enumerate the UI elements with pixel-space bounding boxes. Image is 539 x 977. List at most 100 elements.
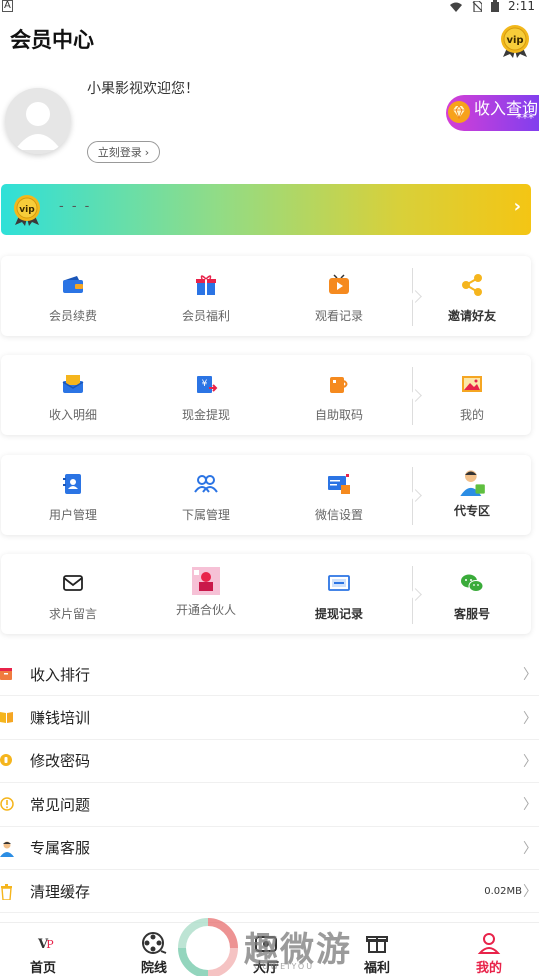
svg-text:¥: ¥: [202, 379, 208, 389]
chevron-right-icon: 〉: [523, 840, 537, 857]
wifi-icon: [450, 2, 462, 12]
member-benefits-button[interactable]: 会员福利: [140, 256, 272, 336]
list-item-change-password[interactable]: 修改密码 〉: [0, 740, 539, 784]
page-title: 会员中心: [10, 28, 94, 52]
income-query-button[interactable]: 收入查询 ***: [446, 95, 539, 131]
withdraw-record-icon: [328, 575, 350, 591]
subordinate-management-button[interactable]: 下属管理: [140, 455, 272, 535]
cache-size-value: 0.02MB: [484, 885, 522, 897]
welcome-text: 小果影视欢迎您！: [87, 81, 199, 97]
list-item-label: 清理缓存: [30, 882, 91, 901]
share-icon: [462, 274, 482, 296]
list-item-dedicated-service[interactable]: 专属客服 〉: [0, 827, 539, 870]
list-item-faq[interactable]: 常见问题 〉: [0, 783, 539, 827]
gallery-icon: [462, 376, 482, 392]
grid-item-label: 会员福利: [181, 309, 230, 323]
chevron-right-icon: 〉: [523, 797, 537, 814]
grid-item-label: 微信设置: [314, 508, 363, 522]
list-item-label: 常见问题: [30, 795, 91, 814]
vip-home-icon: VP: [37, 937, 54, 952]
wechat-icon: [461, 574, 484, 592]
chevron-right-icon: 〉: [523, 667, 537, 684]
grid-item-label: 用户管理: [48, 508, 97, 522]
grid-item-label: 现金提现: [181, 408, 230, 422]
open-partner-button[interactable]: 开通合伙人: [140, 554, 272, 634]
agent-zone-button[interactable]: 代专区: [406, 455, 538, 535]
password-icon: [0, 753, 12, 766]
gift-icon: [196, 275, 216, 295]
book-icon: [0, 712, 13, 724]
agent-icon: [460, 470, 485, 496]
grid-item-label: 观看记录: [314, 309, 363, 323]
grid-item-label: 我的: [459, 408, 484, 422]
vip-badge-icon[interactable]: vip: [499, 24, 531, 58]
member-renew-button[interactable]: 会员续费: [7, 256, 139, 336]
nav-label: 首页: [29, 961, 56, 976]
partner-icon: [192, 567, 220, 595]
battery-icon: [491, 0, 499, 12]
user-management-button[interactable]: 用户管理: [7, 455, 139, 535]
list-item-label: 修改密码: [30, 752, 91, 771]
status-icons: [450, 0, 499, 15]
grid-item-label: 会员续费: [48, 309, 97, 323]
withdraw-record-button[interactable]: 提现记录: [273, 554, 405, 634]
movie-request-button[interactable]: 求片留言: [7, 554, 139, 634]
vip-medal-icon: vip: [14, 195, 40, 226]
chevron-right-icon: 〉: [523, 884, 537, 901]
settings-list: 收入排行 〉 赚钱培训 〉 修改密码 〉 常见问题 〉 专属客服 〉 清理缓存 …: [0, 653, 539, 914]
group-icon: [194, 475, 218, 493]
cash-withdraw-button[interactable]: ¥ 现金提现: [140, 355, 272, 435]
play-history-icon: [329, 274, 349, 294]
watermark-subtext: QUWEIYOU: [254, 962, 315, 971]
diamond-icon: [448, 101, 470, 123]
customer-service-account-button[interactable]: 客服号: [406, 554, 538, 634]
wechat-settings-button[interactable]: 微信设置: [273, 455, 405, 535]
vip-status-bar[interactable]: vip - - - ›: [1, 184, 531, 235]
chevron-right-icon: ›: [513, 196, 521, 217]
invite-friends-button[interactable]: 邀请好友: [406, 256, 538, 336]
grid-item-label: 提现记录: [314, 607, 363, 621]
grid-item-label: 求片留言: [48, 607, 97, 621]
cash-withdraw-icon: ¥: [197, 376, 218, 393]
nav-label: 我的: [475, 961, 502, 976]
income-detail-button[interactable]: 收入明细: [7, 355, 139, 435]
nav-mine[interactable]: 我的: [449, 923, 529, 977]
nav-home[interactable]: VP 首页: [3, 923, 83, 977]
wallet-icon: [63, 276, 83, 293]
question-icon: [0, 797, 14, 811]
grid-item-label: 收入明细: [48, 408, 97, 422]
nav-label: 院线: [140, 961, 167, 976]
vip-status-text: - - -: [59, 199, 92, 214]
ranking-icon: [0, 668, 12, 680]
trash-icon: [1, 883, 12, 900]
grid-item-label: 客服号: [453, 607, 490, 621]
grid-item-label: 开通合伙人: [175, 603, 236, 617]
self-service-code-button[interactable]: 自助取码: [273, 355, 405, 435]
income-detail-icon: [62, 375, 84, 393]
service-icon: [0, 841, 14, 857]
list-item-label: 收入排行: [30, 665, 91, 684]
list-item-income-ranking[interactable]: 收入排行 〉: [0, 653, 539, 697]
avatar[interactable]: [5, 88, 71, 154]
film-reel-icon: [142, 932, 167, 954]
grid-item-label: 自助取码: [314, 408, 363, 422]
login-button[interactable]: 立刻登录 ›: [87, 141, 160, 163]
wechat-settings-icon: [328, 474, 350, 494]
mail-icon: [63, 575, 83, 591]
grid-item-label: 邀请好友: [447, 309, 496, 323]
grid-item-label: 下属管理: [181, 508, 230, 522]
income-query-masked: ***: [516, 111, 534, 125]
contacts-icon: [63, 474, 81, 494]
list-item-label: 赚钱培训: [30, 709, 91, 728]
watermark-logo: 趣微游 QUWEIYOU: [178, 918, 368, 977]
svg-text:vip: vip: [19, 205, 35, 215]
status-time: 2:11: [508, 0, 535, 13]
list-item-earning-training[interactable]: 赚钱培训 〉: [0, 696, 539, 740]
mine-button[interactable]: 我的: [406, 355, 538, 435]
list-item-clear-cache[interactable]: 清理缓存 0.02MB 〉: [0, 870, 539, 914]
svg-text:P: P: [46, 938, 54, 951]
watch-history-button[interactable]: 观看记录: [273, 256, 405, 336]
chevron-right-icon: ›: [144, 145, 150, 159]
grid-card-4: 求片留言 开通合伙人 提现记录 客服号: [1, 554, 531, 634]
no-sim-icon: [472, 0, 483, 13]
